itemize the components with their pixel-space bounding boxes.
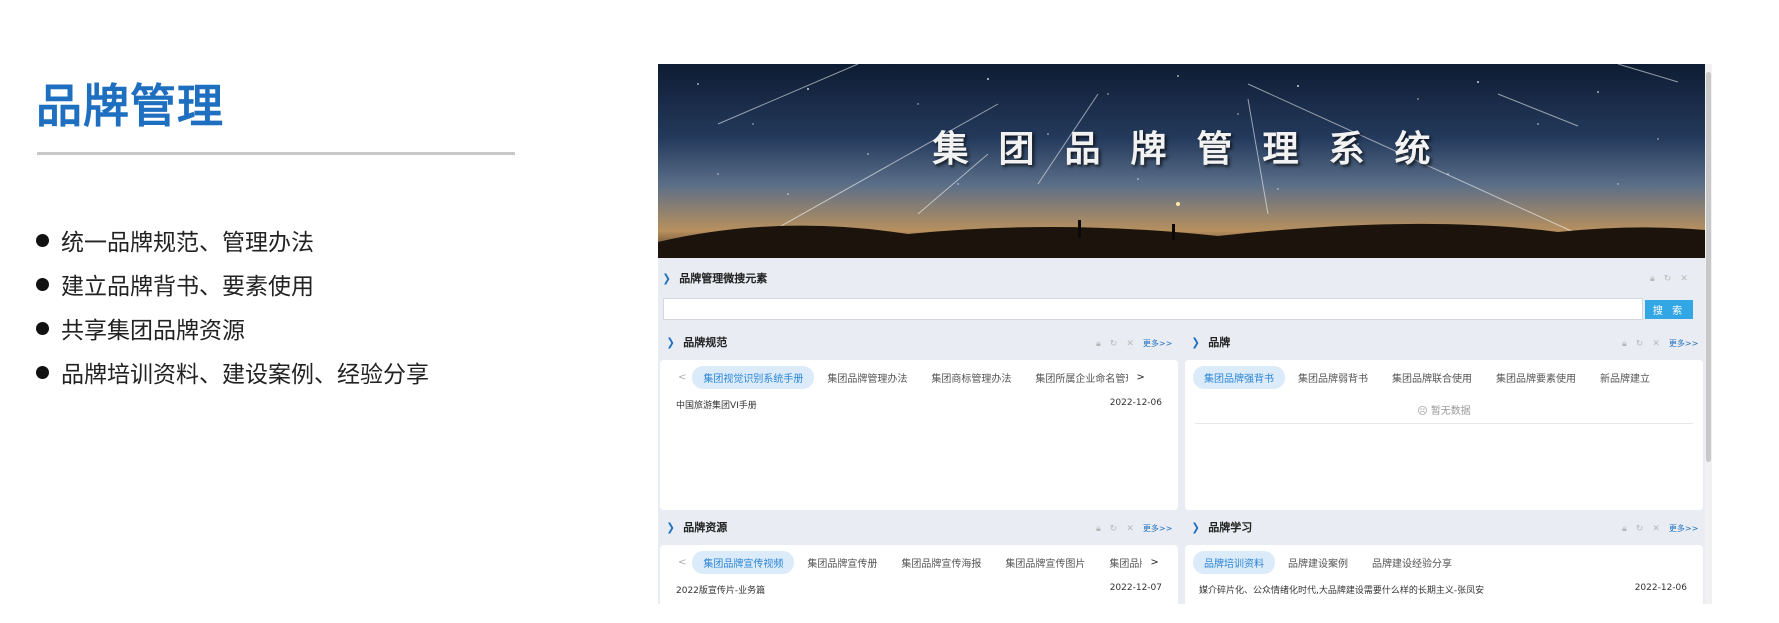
scrollbar[interactable] <box>1705 64 1712 604</box>
chevron-left-icon[interactable]: < <box>678 557 686 568</box>
scrollbar-thumb[interactable] <box>1706 72 1711 462</box>
lock-icon[interactable]: 🔒︎ <box>1650 274 1655 284</box>
refresh-icon[interactable]: ↻ <box>1110 524 1118 534</box>
tab-promo-poster[interactable]: 集团品牌宣传海报 <box>890 551 992 574</box>
norms-panel: < 集团视觉识别系统手册 集团品牌管理办法 集团商标管理办法 集团所属企业命名管… <box>660 360 1178 510</box>
more-link[interactable]: 更多>> <box>1143 338 1172 349</box>
norms-section-tools: 🔒︎ ↻ ✕ 更多>> <box>1096 338 1172 349</box>
close-icon[interactable]: ✕ <box>1126 339 1134 349</box>
resources-section-tools: 🔒︎ ↻ ✕ 更多>> <box>1096 523 1172 534</box>
tab-promo-booklet[interactable]: 集团品牌宣传册 <box>796 551 888 574</box>
learning-panel: 品牌培训资料 品牌建设案例 品牌建设经验分享 媒介碎片化、公众情绪化时代,大品牌… <box>1185 545 1703 604</box>
tab-trademark-rules[interactable]: 集团商标管理办法 <box>920 366 1022 389</box>
bullet-item: 品牌培训资料、建设案例、经验分享 <box>36 350 429 394</box>
chevron-right-icon[interactable]: > <box>1150 557 1158 568</box>
refresh-icon[interactable]: ↻ <box>1664 274 1672 284</box>
chevron-right-icon: ❯ <box>1191 520 1200 534</box>
refresh-icon[interactable]: ↻ <box>1636 339 1644 349</box>
tab-strong-endorsement[interactable]: 集团品牌强背书 <box>1193 366 1285 389</box>
refresh-icon[interactable]: ↻ <box>1110 339 1118 349</box>
bullet-list: 统一品牌规范、管理办法 建立品牌背书、要素使用 共享集团品牌资源 品牌培训资料、… <box>36 218 429 394</box>
close-icon[interactable]: ✕ <box>1652 524 1660 534</box>
tab-naming-rules[interactable]: 集团所属企业命名管理 <box>1024 366 1128 389</box>
empty-face-icon: ☹ <box>1417 406 1428 417</box>
tab-weak-endorsement[interactable]: 集团品牌弱背书 <box>1287 366 1379 389</box>
empty-state: ☹ 暂无数据 <box>1417 406 1471 417</box>
tab-joint-use[interactable]: 集团品牌联合使用 <box>1381 366 1483 389</box>
brand-tabs: 集团品牌强背书 集团品牌弱背书 集团品牌联合使用 集团品牌要素使用 新品牌建立 <box>1193 366 1663 389</box>
tab-experience-sharing[interactable]: 品牌建设经验分享 <box>1361 551 1463 574</box>
tab-training-material[interactable]: 品牌培训资料 <box>1193 551 1275 574</box>
list-item[interactable]: 2022版宣传片-业务篇 2022-12-07 <box>676 583 1162 596</box>
banner: 集团品牌管理系统 <box>658 64 1705 258</box>
bullet-dot-icon <box>36 277 49 291</box>
bullet-item: 建立品牌背书、要素使用 <box>36 262 429 306</box>
search-button[interactable]: 搜 索 <box>1645 300 1693 319</box>
more-link[interactable]: 更多>> <box>1669 523 1698 534</box>
tab-brand-rules[interactable]: 集团品牌管理办法 <box>816 366 918 389</box>
search-section-header: ❯ 品牌管理微搜元素 <box>662 271 768 286</box>
title-divider <box>37 152 515 155</box>
bullet-dot-icon <box>36 233 49 247</box>
chevron-right-icon: ❯ <box>666 335 675 349</box>
banner-title: 集团品牌管理系统 <box>932 129 1461 170</box>
lock-icon[interactable]: 🔒︎ <box>1622 339 1627 349</box>
chevron-right-icon[interactable]: > <box>1136 372 1144 383</box>
slide-title: 品牌管理 <box>36 79 224 133</box>
tab-new-brand[interactable]: 新品牌建立 <box>1589 366 1661 389</box>
search-row: 搜 索 <box>663 298 1703 320</box>
tab-vi-manual[interactable]: 集团视觉识别系统手册 <box>692 366 815 389</box>
tab-promo-video[interactable]: 集团品牌宣传视频 <box>692 551 795 574</box>
bullet-item: 统一品牌规范、管理办法 <box>36 218 429 262</box>
lock-icon[interactable]: 🔒︎ <box>1096 524 1101 534</box>
brand-panel: 集团品牌强背书 集团品牌弱背书 集团品牌联合使用 集团品牌要素使用 新品牌建立 … <box>1185 360 1703 510</box>
bullet-dot-icon <box>36 321 49 335</box>
list-item[interactable]: 中国旅游集团VI手册 2022-12-06 <box>676 398 1162 411</box>
brand-section-header: ❯ 品牌 <box>1191 335 1231 350</box>
tab-brand-more[interactable]: 集团品牌 <box>1098 551 1142 574</box>
tab-building-cases[interactable]: 品牌建设案例 <box>1277 551 1359 574</box>
resources-section-header: ❯ 品牌资源 <box>666 520 728 535</box>
more-link[interactable]: 更多>> <box>1669 338 1698 349</box>
learning-section-header: ❯ 品牌学习 <box>1191 520 1253 535</box>
search-input[interactable] <box>663 298 1643 320</box>
refresh-icon[interactable]: ↻ <box>1636 524 1644 534</box>
tab-promo-image[interactable]: 集团品牌宣传图片 <box>994 551 1096 574</box>
resources-tabs: < 集团品牌宣传视频 集团品牌宣传册 集团品牌宣传海报 集团品牌宣传图片 集团品… <box>668 551 1159 574</box>
divider <box>1195 423 1693 424</box>
chevron-right-icon: ❯ <box>662 271 671 285</box>
close-icon[interactable]: ✕ <box>1680 274 1688 284</box>
tab-element-use[interactable]: 集团品牌要素使用 <box>1485 366 1587 389</box>
brand-section-tools: 🔒︎ ↻ ✕ 更多>> <box>1622 338 1698 349</box>
learning-tabs: 品牌培训资料 品牌建设案例 品牌建设经验分享 <box>1193 551 1465 574</box>
search-section-tools: 🔒︎ ↻ ✕ <box>1650 274 1688 284</box>
close-icon[interactable]: ✕ <box>1126 524 1134 534</box>
bullet-item: 共享集团品牌资源 <box>36 306 429 350</box>
more-link[interactable]: 更多>> <box>1143 523 1172 534</box>
learning-section-tools: 🔒︎ ↻ ✕ 更多>> <box>1622 523 1698 534</box>
norms-tabs: < 集团视觉识别系统手册 集团品牌管理办法 集团商标管理办法 集团所属企业命名管… <box>668 366 1145 389</box>
lock-icon[interactable]: 🔒︎ <box>1622 524 1627 534</box>
bullet-dot-icon <box>36 365 49 379</box>
system-screenshot: 集团品牌管理系统 ❯ 品牌管理微搜元素 🔒︎ ↻ ✕ 搜 索 ❯ 品牌规范 🔒︎… <box>658 64 1712 604</box>
chevron-right-icon: ❯ <box>666 520 675 534</box>
close-icon[interactable]: ✕ <box>1652 339 1660 349</box>
list-item[interactable]: 媒介碎片化、公众情绪化时代,大品牌建设需要什么样的长期主义-张凤安 2022-1… <box>1199 583 1687 596</box>
lock-icon[interactable]: 🔒︎ <box>1096 339 1101 349</box>
norms-section-header: ❯ 品牌规范 <box>666 335 728 350</box>
resources-panel: < 集团品牌宣传视频 集团品牌宣传册 集团品牌宣传海报 集团品牌宣传图片 集团品… <box>660 545 1178 604</box>
chevron-left-icon[interactable]: < <box>678 372 686 383</box>
chevron-right-icon: ❯ <box>1191 335 1200 349</box>
